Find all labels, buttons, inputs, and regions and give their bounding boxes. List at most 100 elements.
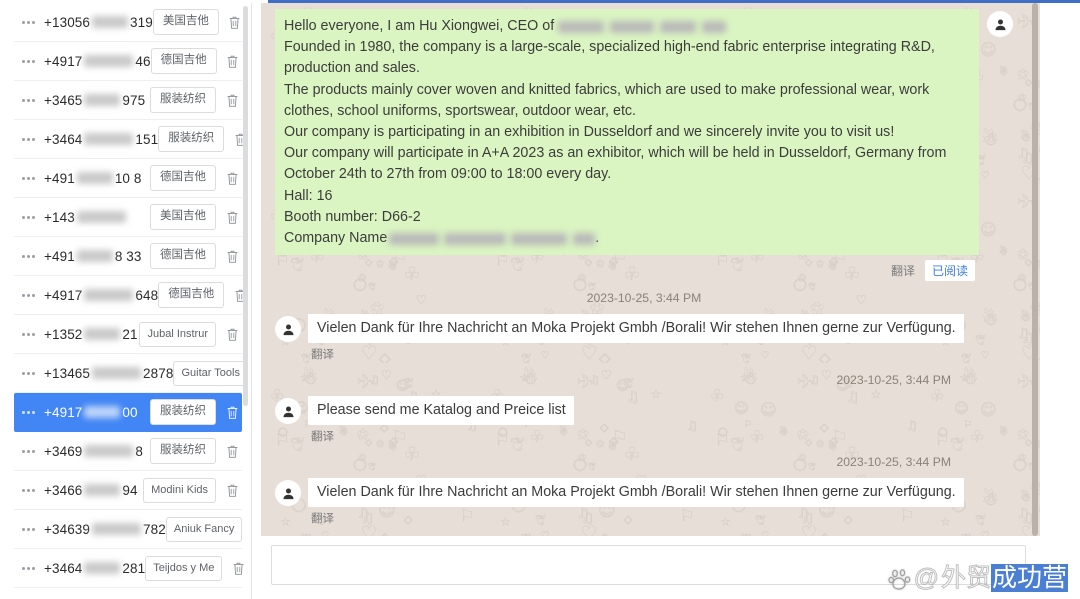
more-dots-icon[interactable] — [22, 254, 35, 258]
incoming-message-actions: 翻译 — [311, 427, 1013, 445]
incoming-message-bubble: Vielen Dank für Ihre Nachricht an Moka P… — [308, 314, 964, 344]
contact-phone-prefix: +3466 — [44, 482, 83, 498]
contact-avatar-icon — [275, 316, 301, 343]
contact-phone-redaction — [75, 210, 128, 223]
contact-row[interactable]: +491 8 33 德国吉他 — [14, 237, 242, 276]
trash-icon[interactable] — [225, 52, 241, 70]
sidebar-scrollbar-thumb[interactable] — [243, 6, 248, 406]
trash-icon[interactable] — [224, 403, 240, 421]
contact-row[interactable]: +3465 975 服装纺织 — [14, 81, 242, 120]
contact-row[interactable]: +13465 2878 Guitar Tools — [14, 354, 248, 393]
contact-tag[interactable]: Jubal Instrur — [139, 321, 216, 347]
contact-tag[interactable]: 德国吉他 — [150, 165, 216, 191]
contact-row[interactable]: +3464 151 服装纺织 — [14, 120, 246, 159]
message-timestamp: 2023-10-25, 3:44 PM — [836, 373, 951, 388]
contact-row[interactable]: +3469 8 服装纺织 — [14, 432, 242, 471]
contact-phone-prefix: +4917 — [44, 404, 83, 420]
contact-phone-number: +3465 975 — [44, 93, 145, 108]
contact-row[interactable]: +34639 782 Aniuk Fancy — [14, 510, 243, 549]
incoming-message-actions: 翻译 — [311, 345, 1013, 363]
trash-icon[interactable] — [224, 247, 240, 265]
more-dots-icon[interactable] — [22, 410, 35, 414]
contact-tag[interactable]: 德国吉他 — [150, 48, 217, 74]
chat-scrollbar[interactable] — [1032, 3, 1038, 536]
contact-tag[interactable]: 服装纺织 — [150, 438, 216, 464]
translate-button[interactable]: 翻译 — [311, 513, 334, 525]
contact-tag[interactable]: 服装纺织 — [150, 87, 216, 113]
incoming-message-block: Vielen Dank für Ihre Nachricht an Moka P… — [275, 314, 1013, 387]
translate-button[interactable]: 翻译 — [311, 349, 334, 361]
contact-avatar-icon — [275, 480, 301, 507]
more-dots-icon[interactable] — [22, 176, 35, 180]
contact-phone-suffix: 319 — [130, 14, 153, 30]
contact-tag[interactable]: 德国吉他 — [158, 282, 225, 308]
more-dots-icon[interactable] — [22, 449, 35, 453]
translate-button[interactable]: 翻译 — [311, 431, 334, 443]
contact-phone-suffix: 2878 — [143, 365, 174, 381]
incoming-message-row: Vielen Dank für Ihre Nachricht an Moka P… — [275, 478, 1013, 508]
redaction-blur-company-2 — [610, 21, 655, 33]
contact-tag[interactable]: 服装纺织 — [158, 126, 225, 152]
trash-icon[interactable] — [250, 520, 251, 538]
outgoing-message-body: Founded in 1980, the company is a large-… — [284, 39, 947, 225]
contact-tag[interactable]: 服装纺织 — [150, 399, 216, 425]
contact-phone-number: +4917 46 — [44, 54, 151, 69]
redaction-blur-company-4 — [702, 21, 727, 33]
trash-icon[interactable] — [224, 481, 240, 499]
more-dots-icon[interactable] — [22, 59, 35, 63]
contact-row[interactable]: +13056 319 美国吉他 — [14, 3, 242, 42]
incoming-message-row: Vielen Dank für Ihre Nachricht an Moka P… — [275, 314, 1013, 344]
trash-icon[interactable] — [224, 169, 240, 187]
more-dots-icon[interactable] — [22, 371, 35, 375]
contact-row[interactable]: +3466 94 Modini Kids — [14, 471, 242, 510]
trash-icon[interactable] — [227, 13, 243, 31]
more-dots-icon[interactable] — [22, 293, 35, 297]
company-name-period: . — [595, 230, 600, 247]
incoming-message-block: Vielen Dank für Ihre Nachricht an Moka P… — [275, 478, 1013, 536]
message-composer — [261, 536, 1040, 599]
outgoing-line1-prefix: Hello everyone, I am Hu Xiongwei, CEO of — [284, 18, 559, 34]
trash-icon[interactable] — [224, 91, 240, 109]
contact-row[interactable]: +3464 281 Teijdos y Me — [14, 549, 244, 588]
contact-row[interactable]: +143 美国吉他 — [14, 198, 242, 237]
contact-row[interactable]: +4917 648 德国吉他 — [14, 276, 246, 315]
contact-row[interactable]: +491 10 8 德国吉他 — [14, 159, 242, 198]
contact-phone-redaction — [82, 483, 122, 496]
contact-tag[interactable]: 美国吉他 — [152, 9, 219, 35]
contact-row[interactable]: +4917 00 服装纺织 — [14, 393, 242, 432]
more-dots-icon[interactable] — [22, 332, 35, 336]
more-dots-icon[interactable] — [22, 488, 35, 492]
message-input[interactable] — [271, 545, 1026, 585]
more-dots-icon[interactable] — [22, 215, 35, 219]
contact-tag[interactable]: Teijdos y Me — [145, 555, 223, 581]
contact-tag[interactable]: 德国吉他 — [150, 243, 216, 269]
contact-sidebar: +13056 319 美国吉他 +4917 46 德国吉他 +3465 975 服装纺织 +… — [0, 3, 252, 599]
contact-phone-number: +143 — [44, 210, 128, 225]
chat-panel: Hello everyone, I am Hu Xiongwei, CEO of… — [261, 3, 1040, 599]
more-dots-icon[interactable] — [22, 98, 35, 102]
contact-phone-number: +491 10 8 — [44, 171, 142, 186]
outgoing-message-bubble: Hello everyone, I am Hu Xiongwei, CEO of… — [275, 9, 979, 256]
more-dots-icon[interactable] — [22, 566, 35, 570]
contact-phone-redaction — [75, 249, 115, 262]
sidebar-scrollbar[interactable] — [243, 6, 248, 599]
translate-button-outgoing[interactable]: 翻译 — [891, 262, 915, 279]
contact-row[interactable]: +4917 46 德国吉他 — [14, 42, 242, 81]
contact-tag[interactable]: Aniuk Fancy — [165, 516, 243, 542]
contact-phone-redaction — [90, 366, 143, 379]
read-status-badge[interactable]: 已阅读 — [924, 260, 975, 282]
more-dots-icon[interactable] — [22, 137, 35, 141]
contact-phone-prefix: +3469 — [44, 443, 83, 459]
trash-icon[interactable] — [224, 442, 240, 460]
redaction-blur-company-1 — [558, 21, 605, 33]
contact-phone-redaction — [82, 93, 122, 106]
trash-icon[interactable] — [224, 208, 240, 226]
contact-tag[interactable]: Modini Kids — [143, 477, 216, 503]
contact-row[interactable]: +1352 21 Jubal Instrur — [14, 315, 242, 354]
trash-icon[interactable] — [224, 325, 240, 343]
chat-scrollbar-thumb[interactable] — [1032, 3, 1038, 536]
more-dots-icon[interactable] — [22, 20, 35, 24]
contact-tag[interactable]: Guitar Tools — [173, 360, 248, 386]
more-dots-icon[interactable] — [22, 527, 35, 531]
contact-tag[interactable]: 美国吉他 — [150, 204, 216, 230]
